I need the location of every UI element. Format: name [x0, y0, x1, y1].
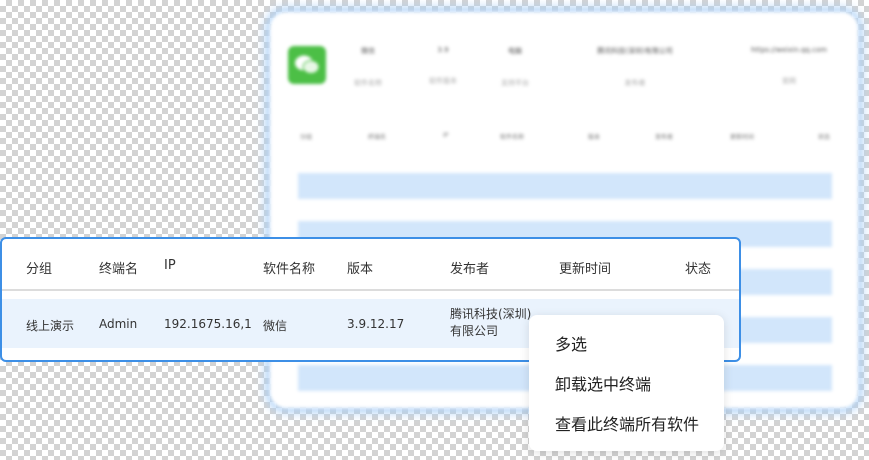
cell-terminal: Admin [99, 317, 138, 331]
header-publisher: 发布者 [450, 262, 490, 277]
cell-group: 线上演示 [26, 319, 75, 333]
wechat-logo-icon [288, 46, 326, 84]
header-terminal: 终端名 [99, 262, 139, 277]
bg-info-name: 微信 软件名称 [354, 47, 382, 87]
menu-item-view-all-software[interactable]: 查看此终端所有软件 [555, 411, 699, 435]
bg-header-updated: 更新时间 [730, 134, 755, 141]
header-group: 分组 [26, 262, 53, 277]
header-version: 版本 [347, 262, 374, 277]
header-updated: 更新时间 [559, 262, 612, 277]
bg-info-platform: 电脑 支持平台 [501, 47, 529, 87]
bg-header-publisher: 发布者 [655, 134, 674, 141]
bg-header-software: 软件名称 [500, 134, 525, 141]
cell-ip: 192.1675.16,1 [164, 317, 252, 331]
menu-item-multi-select[interactable]: 多选 [555, 331, 587, 355]
bg-header-ip: IP [443, 132, 449, 139]
bg-info-website: https://weixin.qq.com 官网 [751, 46, 827, 85]
bg-header-status: 状态 [818, 134, 831, 141]
header-status: 状态 [685, 262, 712, 277]
bg-info-publisher: 腾讯科技(深圳)有限公司 发布者 [597, 47, 673, 87]
cell-publisher-line1: 腾讯科技(深圳) [450, 307, 532, 321]
header-software: 软件名称 [263, 262, 316, 277]
bg-header-terminal: 终端名 [368, 134, 387, 141]
menu-item-uninstall-selected[interactable]: 卸载选中终端 [555, 371, 651, 395]
header-ip: IP [164, 258, 176, 273]
context-menu: 多选 卸载选中终端 查看此终端所有软件 [529, 315, 724, 451]
cell-version: 3.9.12.17 [347, 317, 405, 331]
bg-header-version: 版本 [588, 134, 601, 141]
cell-publisher-line2: 有限公司 [450, 324, 499, 338]
bg-info-version: 3.9 软件版本 [429, 46, 457, 85]
cell-software: 微信 [263, 319, 288, 333]
bg-header-group: 分组 [300, 134, 313, 141]
bg-row-bar [298, 173, 832, 199]
table-header: 分组 终端名 IP 软件名称 版本 发布者 更新时间 状态 [2, 239, 739, 291]
